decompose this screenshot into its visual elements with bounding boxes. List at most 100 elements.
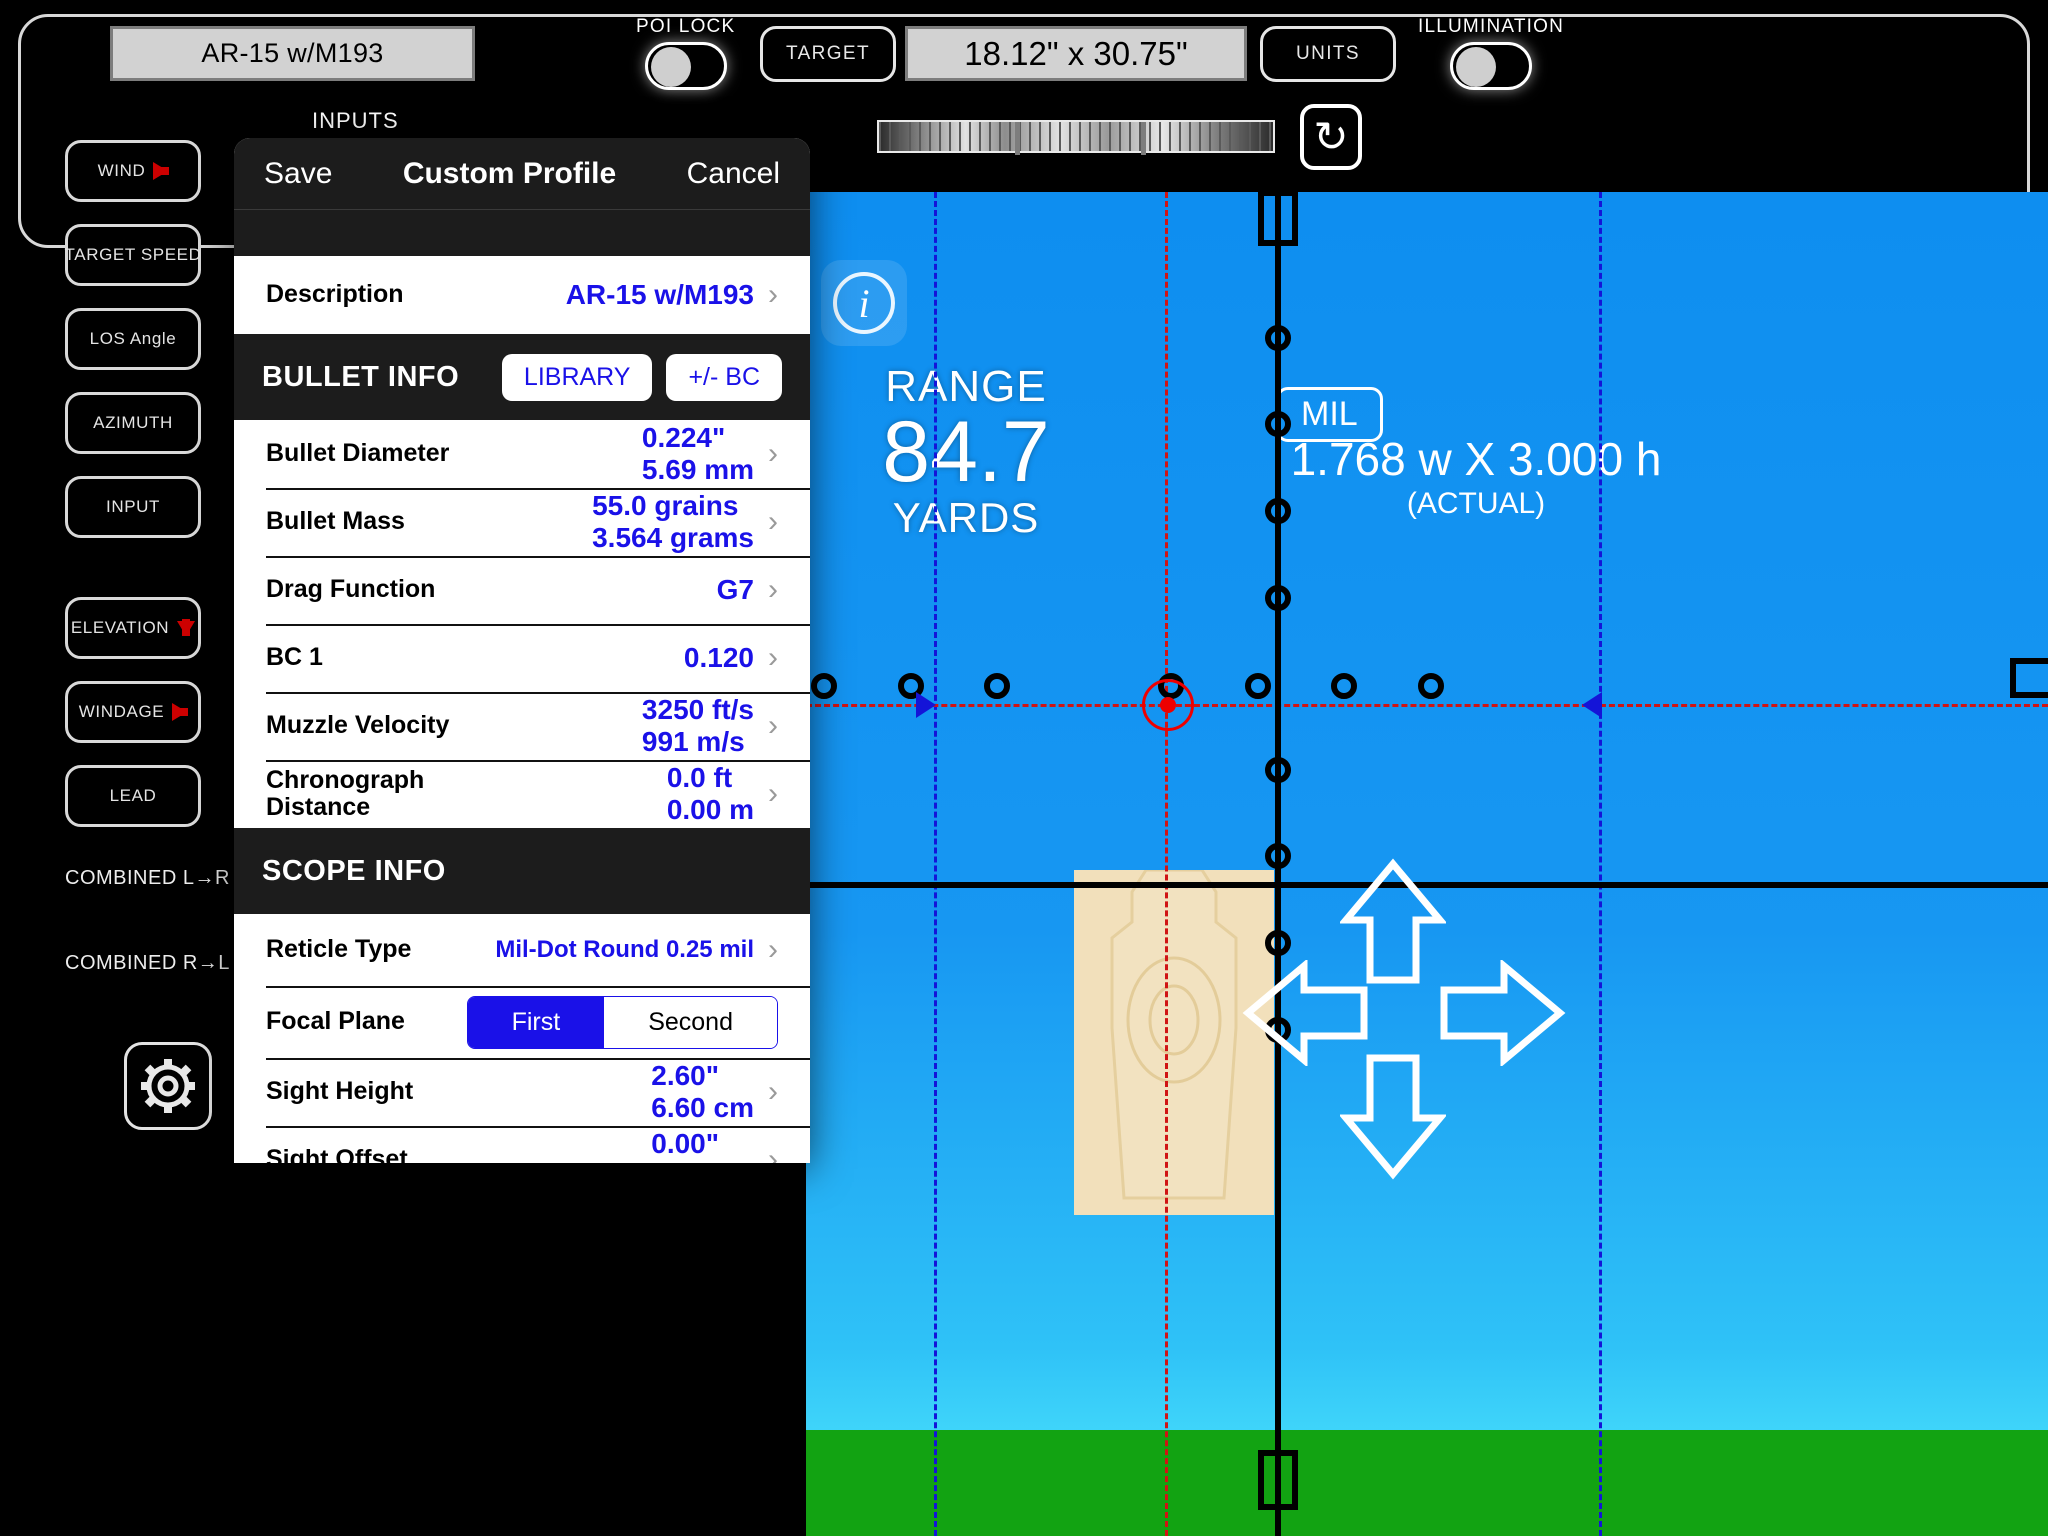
sidebar-item-los-angle[interactable]: LOS Angle — [65, 308, 201, 370]
drag-function-label: Drag Function — [266, 575, 436, 604]
nav-down-button[interactable] — [1340, 1052, 1446, 1180]
bullet-mass-right: 55.0 grains 3.564 grams › — [592, 490, 778, 554]
chronograph-distance-label: Chronograph Distance — [266, 765, 425, 821]
reticle-dot — [1265, 585, 1291, 611]
muzzle-velocity-row[interactable]: Muzzle Velocity 3250 ft/s 991 m/s › — [234, 692, 810, 760]
muzzle-velocity-label: Muzzle Velocity — [266, 711, 450, 740]
bc1-label: BC 1 — [266, 643, 323, 672]
sight-offset-values: 0.00" 0.00 cm — [651, 1128, 754, 1163]
chevron-right-icon: › — [768, 1075, 778, 1108]
sight-offset-row[interactable]: Sight Offset 0.00" 0.00 cm › — [234, 1126, 810, 1163]
description-value: AR-15 w/M193 — [565, 278, 754, 310]
target-size-field[interactable]: 18.12" x 30.75" — [905, 26, 1247, 81]
sight-height-row[interactable]: Sight Height 2.60" 6.60 cm › — [234, 1058, 810, 1126]
chevron-right-icon: › — [768, 437, 778, 470]
range-value: 84.7 — [882, 404, 1050, 500]
sight-offset-right: 0.00" 0.00 cm › — [651, 1128, 778, 1163]
poi-lock-toggle[interactable] — [644, 42, 727, 90]
sight-offset-value-in: 0.00" — [651, 1127, 720, 1159]
sidebar-item-label: WINDAGE — [78, 702, 165, 721]
description-right: AR-15 w/M193 › — [566, 278, 778, 312]
guide-line-blue-left — [934, 192, 937, 1536]
muzzle-velocity-values: 3250 ft/s 991 m/s — [642, 694, 754, 758]
reticle-dot — [1245, 673, 1271, 699]
scope-view[interactable]: i RANGE 84.7 YARDS MIL 1.768 w X 3.000 h… — [806, 192, 2048, 1536]
bullet-info-actions: LIBRARY +/- BC — [488, 353, 782, 401]
description-row[interactable]: Description AR-15 w/M193 › — [234, 256, 810, 334]
description-label: Description — [266, 280, 404, 309]
chevron-right-icon: › — [768, 641, 778, 674]
sidebar-item-label: ELEVATION — [70, 618, 170, 637]
arrow-right-red-icon — [153, 162, 170, 180]
chronograph-distance-row[interactable]: Chronograph Distance 0.0 ft 0.00 m › — [234, 760, 810, 828]
sidebar-item-target-speed[interactable]: TARGET SPEED — [65, 224, 201, 286]
bullet-mass-label: Bullet Mass — [266, 507, 405, 536]
units-button[interactable]: UNITS — [1260, 26, 1396, 82]
bullet-info-title: BULLET INFO — [262, 360, 460, 393]
windage-marker-left — [916, 692, 936, 718]
focal-plane-option-second[interactable]: Second — [604, 996, 777, 1048]
sidebar-item-windage[interactable]: WINDAGE — [65, 681, 201, 743]
drag-function-row[interactable]: Drag Function G7 › — [234, 556, 810, 624]
focal-plane-option-first[interactable]: First — [467, 996, 605, 1048]
bullet-diameter-label: Bullet Diameter — [266, 439, 450, 468]
sight-offset-label: Sight Offset — [266, 1145, 408, 1163]
bullet-diameter-row[interactable]: Bullet Diameter 0.224" 5.69 mm › — [234, 420, 810, 488]
reticle-dot — [1265, 843, 1291, 869]
sidebar-item-label: INPUT — [106, 497, 160, 516]
sidebar-item-input[interactable]: INPUT — [65, 476, 201, 538]
reticle-top-box — [1258, 192, 1298, 246]
sidebar-item-label: AZIMUTH — [93, 413, 173, 432]
bullet-mass-row[interactable]: Bullet Mass 55.0 grains 3.564 grams › — [234, 488, 810, 556]
bullet-diameter-value-metric: 5.69 mm — [641, 454, 754, 485]
reticle-dot — [811, 673, 837, 699]
refresh-button[interactable]: ↻ — [1300, 104, 1362, 170]
reticle-dot — [1418, 673, 1444, 699]
target-button[interactable]: TARGET — [760, 26, 896, 82]
save-button[interactable]: Save — [264, 157, 332, 191]
brightness-ruler[interactable] — [877, 120, 1275, 155]
ruler-divider — [1141, 122, 1146, 155]
reticle-dot — [984, 673, 1010, 699]
info-button[interactable]: i — [821, 260, 907, 346]
profile-name-field[interactable]: AR-15 w/M193 — [110, 26, 475, 81]
arrow-right-red-icon — [172, 703, 189, 721]
library-button[interactable]: LIBRARY — [501, 353, 653, 401]
bc1-value: 0.120 — [683, 641, 754, 673]
illumination-toggle[interactable] — [1450, 42, 1532, 90]
bc-toggle-button[interactable]: +/- BC — [666, 353, 782, 401]
bc1-row[interactable]: BC 1 0.120 › — [234, 624, 810, 692]
modal-title: Custom Profile — [402, 156, 617, 190]
reticle-type-right: Mil-Dot Round 0.25 mil › — [495, 933, 778, 967]
focal-plane-row[interactable]: Focal Plane First Second — [234, 986, 810, 1058]
mil-actual-label: (ACTUAL) — [1406, 487, 1546, 520]
bullet-mass-value-grams: 3.564 grams — [592, 522, 754, 553]
sidebar-item-azimuth[interactable]: AZIMUTH — [65, 392, 201, 454]
reticle-dot — [1265, 411, 1291, 437]
reticle-right-box — [2010, 658, 2048, 698]
sidebar-item-wind[interactable]: WIND — [65, 140, 201, 202]
poi-dot — [1160, 697, 1176, 713]
settings-button[interactable] — [124, 1042, 212, 1130]
sidebar-item-elevation[interactable]: ELEVATION — [65, 597, 201, 659]
sidebar-item-lead[interactable]: LEAD — [65, 765, 201, 827]
combined-rl-label: COMBINED R→L — [65, 952, 230, 974]
ruler-divider — [1015, 122, 1020, 155]
cancel-button[interactable]: Cancel — [687, 157, 780, 191]
guide-line-blue-right — [1599, 192, 1602, 1536]
focal-plane-segmented-control[interactable]: First Second — [466, 995, 778, 1049]
reticle-dot — [1265, 757, 1291, 783]
sight-height-value-in: 2.60" — [651, 1059, 720, 1091]
units-button-label: UNITS — [1296, 43, 1360, 64]
muzzle-velocity-value-mps: 991 m/s — [641, 726, 745, 757]
target-size-text: 18.12" x 30.75" — [964, 34, 1188, 72]
scope-info-title: SCOPE INFO — [262, 854, 446, 887]
sight-height-value-cm: 6.60 cm — [651, 1092, 754, 1123]
nav-left-button[interactable] — [1242, 960, 1370, 1066]
nav-right-button[interactable] — [1438, 960, 1566, 1066]
profile-name-text: AR-15 w/M193 — [201, 38, 384, 68]
refresh-icon: ↻ — [1313, 113, 1349, 160]
range-unit: YARDS — [892, 493, 1040, 541]
chevron-right-icon: › — [768, 777, 778, 810]
reticle-type-row[interactable]: Reticle Type Mil-Dot Round 0.25 mil › — [234, 914, 810, 986]
